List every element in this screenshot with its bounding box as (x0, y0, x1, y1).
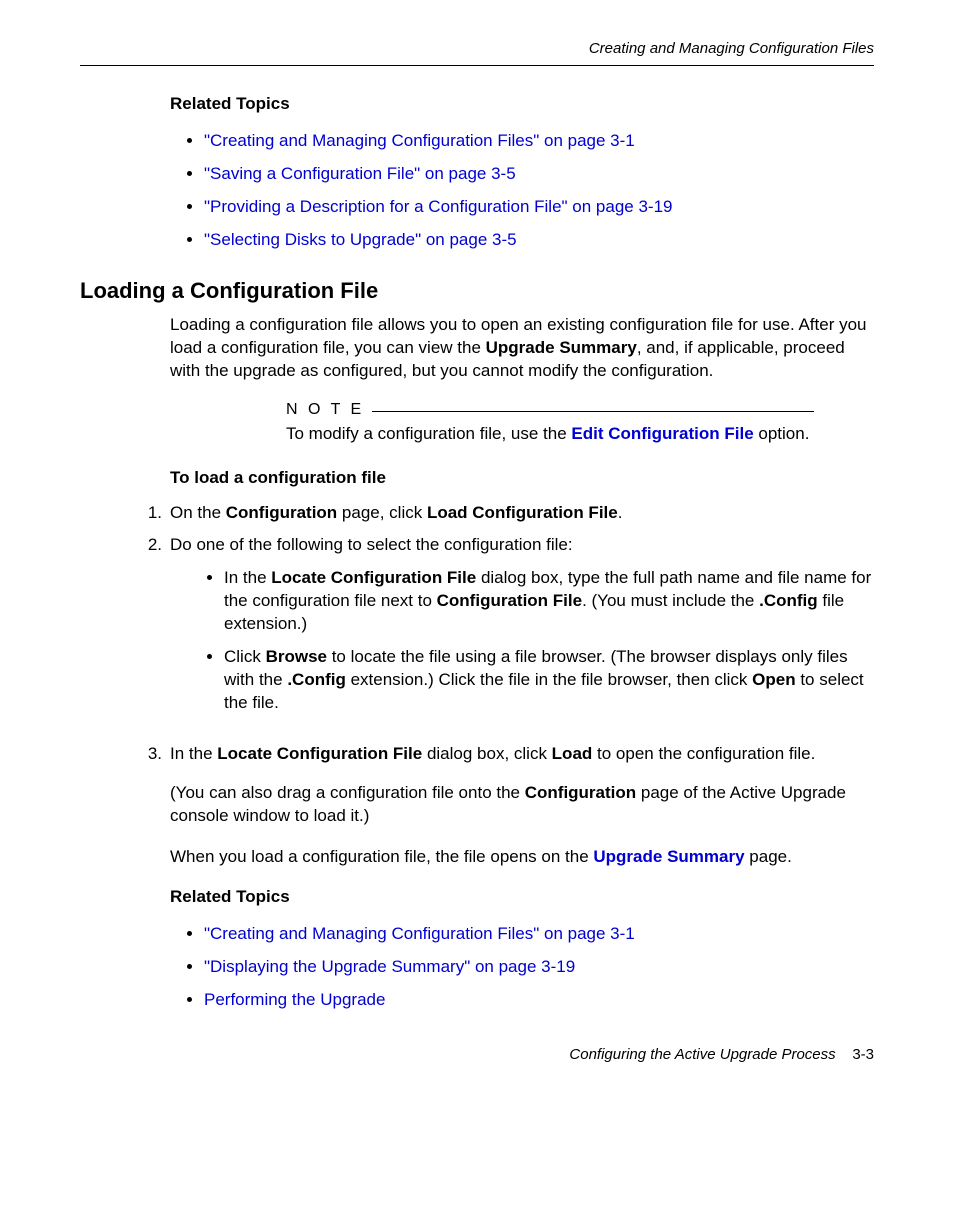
related-link[interactable]: "Selecting Disks to Upgrade" on page 3-5 (204, 230, 517, 249)
bold-text: Load Configuration File (427, 503, 618, 522)
bold-text: Load (552, 744, 593, 763)
step-body: On the Configuration page, click Load Co… (170, 502, 874, 525)
substep-item: Click Browse to locate the file using a … (224, 646, 874, 715)
text: On the (170, 503, 226, 522)
procedure-heading: To load a configuration file (170, 468, 874, 488)
note-label: N O T E (286, 401, 364, 419)
section-heading: Loading a Configuration File (80, 278, 874, 304)
related-link-item: "Selecting Disks to Upgrade" on page 3-5 (204, 229, 874, 252)
step-number: 3. (142, 743, 170, 766)
related-link[interactable]: "Saving a Configuration File" on page 3-… (204, 164, 516, 183)
related-topics-heading-1: Related Topics (170, 94, 874, 114)
related-topics-heading-2: Related Topics (170, 887, 874, 907)
note-block: N O T E To modify a configuration file, … (286, 401, 814, 446)
edit-config-link[interactable]: Edit Configuration File (571, 424, 753, 443)
related-link-item: Performing the Upgrade (204, 989, 874, 1012)
step-body: Do one of the following to select the co… (170, 534, 874, 733)
text: . (You must include the (582, 591, 759, 610)
page-footer: Configuring the Active Upgrade Process 3… (80, 1046, 874, 1063)
step-body: In the Locate Configuration File dialog … (170, 743, 874, 766)
upgrade-summary-link[interactable]: Upgrade Summary (593, 847, 744, 866)
step-item: 2. Do one of the following to select the… (170, 534, 874, 733)
substep-item: In the Locate Configuration File dialog … (224, 567, 874, 636)
note-rule (372, 411, 814, 412)
bold-text: Open (752, 670, 795, 689)
text: To modify a configuration file, use the (286, 424, 571, 443)
step-number: 1. (142, 502, 170, 525)
bold-link-text: Upgrade Summary (593, 847, 744, 866)
main-content: Related Topics "Creating and Managing Co… (170, 94, 874, 1012)
related-link-item: "Saving a Configuration File" on page 3-… (204, 163, 874, 186)
substeps-list: In the Locate Configuration File dialog … (170, 567, 874, 715)
text: In the (170, 744, 217, 763)
bold-text: Browse (266, 647, 327, 666)
related-link[interactable]: "Creating and Managing Configuration Fil… (204, 924, 635, 943)
related-link-item: "Displaying the Upgrade Summary" on page… (204, 956, 874, 979)
text: dialog box, click (422, 744, 551, 763)
related-topics-list-2: "Creating and Managing Configuration Fil… (170, 923, 874, 1012)
bold-text: .Config (759, 591, 818, 610)
text: extension.) Click the file in the file b… (346, 670, 752, 689)
step-item: 3. In the Locate Configuration File dial… (170, 743, 874, 766)
text: page. (745, 847, 792, 866)
related-link-item: "Providing a Description for a Configura… (204, 196, 874, 219)
related-link-item: "Creating and Managing Configuration Fil… (204, 130, 874, 153)
related-link[interactable]: Performing the Upgrade (204, 990, 385, 1009)
drag-note-paragraph: (You can also drag a configuration file … (170, 782, 874, 828)
step-item: 1. On the Configuration page, click Load… (170, 502, 874, 525)
note-text: To modify a configuration file, use the … (286, 423, 814, 446)
text: In the (224, 568, 271, 587)
related-link[interactable]: "Creating and Managing Configuration Fil… (204, 131, 635, 150)
step-number: 2. (142, 534, 170, 733)
load-result-paragraph: When you load a configuration file, the … (170, 846, 874, 869)
bold-text: .Config (287, 670, 346, 689)
section-intro-paragraph: Loading a configuration file allows you … (170, 314, 874, 383)
bold-link-text: Edit Configuration File (571, 424, 753, 443)
related-link[interactable]: "Displaying the Upgrade Summary" on page… (204, 957, 575, 976)
related-topics-list-1: "Creating and Managing Configuration Fil… (170, 130, 874, 252)
bold-text: Locate Configuration File (217, 744, 422, 763)
procedure-steps: 1. On the Configuration page, click Load… (170, 502, 874, 766)
related-link-item: "Creating and Managing Configuration Fil… (204, 923, 874, 946)
text: Click (224, 647, 266, 666)
footer-page-number: 3-3 (852, 1046, 874, 1063)
text: page, click (337, 503, 427, 522)
bold-text: Configuration (525, 783, 636, 802)
text: (You can also drag a configuration file … (170, 783, 525, 802)
bold-text: Configuration File (437, 591, 582, 610)
text: . (618, 503, 623, 522)
related-link[interactable]: "Providing a Description for a Configura… (204, 197, 673, 216)
note-label-row: N O T E (286, 401, 814, 419)
footer-title: Configuring the Active Upgrade Process (569, 1046, 835, 1063)
running-header: Creating and Managing Configuration File… (80, 40, 874, 57)
text: to open the configuration file. (592, 744, 815, 763)
text: When you load a configuration file, the … (170, 847, 593, 866)
text: option. (754, 424, 810, 443)
bold-text: Upgrade Summary (486, 338, 637, 357)
bold-text: Locate Configuration File (271, 568, 476, 587)
text: Do one of the following to select the co… (170, 535, 573, 554)
header-rule (80, 65, 874, 66)
bold-text: Configuration (226, 503, 337, 522)
